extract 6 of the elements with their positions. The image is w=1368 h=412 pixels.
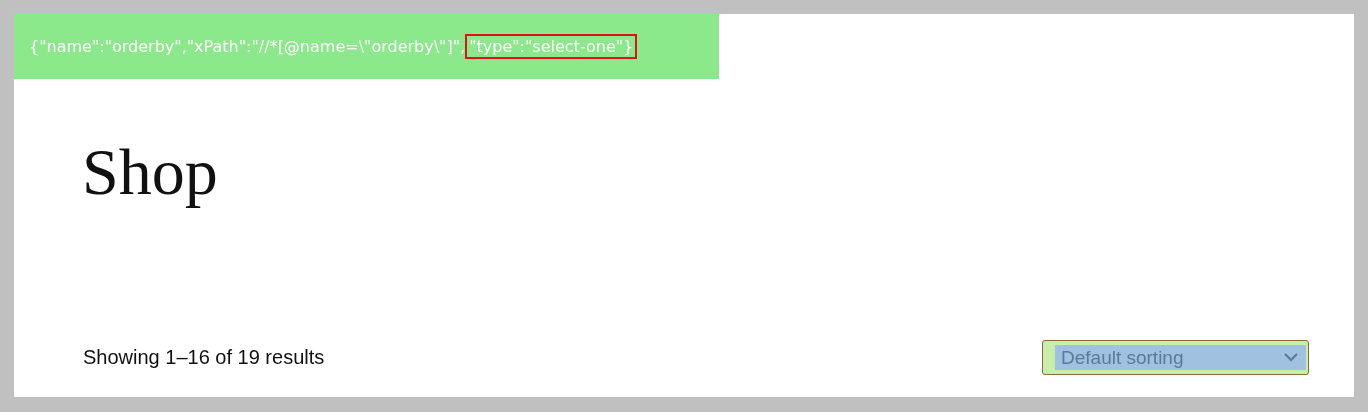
result-count: Showing 1–16 of 19 results [83, 346, 325, 369]
sort-select-value: Default sorting [1061, 346, 1184, 369]
highlighted-element-type: "type":"select-one"} [465, 34, 638, 59]
chevron-down-icon [1284, 353, 1298, 362]
element-info-text: {"name":"orderby","xPath":"//*[@name=\"orderby\"]", [29, 37, 466, 56]
sort-select[interactable]: Default sorting [1042, 340, 1309, 375]
